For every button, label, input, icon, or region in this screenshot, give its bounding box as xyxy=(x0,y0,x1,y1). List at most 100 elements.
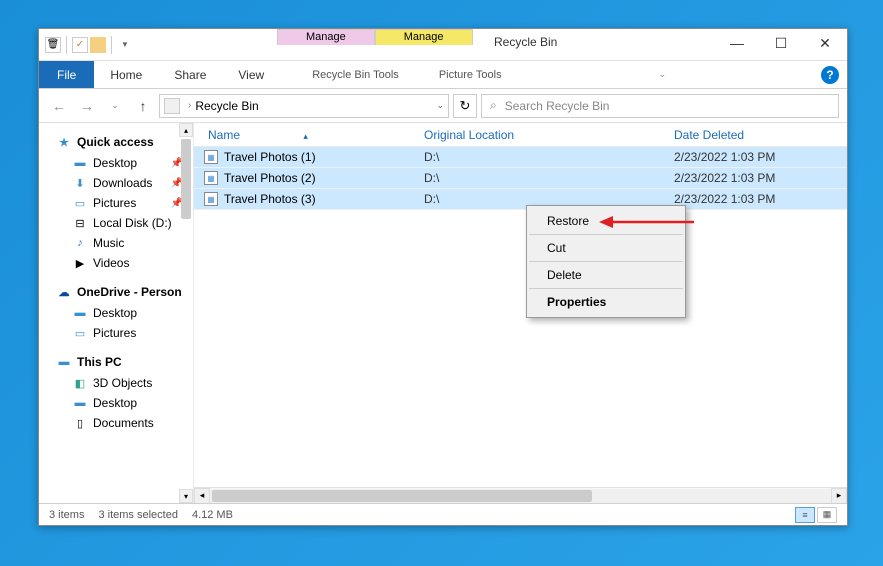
tab-share[interactable]: Share xyxy=(158,63,222,87)
close-button[interactable]: ✕ xyxy=(803,29,847,57)
scroll-track[interactable] xyxy=(210,489,831,503)
monitor-icon: ▬ xyxy=(73,307,87,319)
image-file-icon: ▦ xyxy=(204,171,218,185)
sidebar-item-desktop[interactable]: ▬Desktop📌 xyxy=(39,153,193,173)
window-controls: ― ☐ ✕ xyxy=(715,29,847,57)
separator xyxy=(66,36,67,54)
sidebar-item-pc-desktop[interactable]: ▬ Desktop xyxy=(39,393,193,413)
refresh-button[interactable]: ↻ xyxy=(453,94,477,118)
file-location: D:\ xyxy=(424,171,674,185)
image-file-icon: ▦ xyxy=(204,192,218,206)
star-icon: ★ xyxy=(57,136,71,148)
status-selected: 3 items selected xyxy=(98,509,177,521)
horizontal-scrollbar[interactable]: ◂ ▸ xyxy=(194,487,847,503)
sidebar-item-label: Downloads xyxy=(93,176,152,190)
column-location[interactable]: Original Location xyxy=(424,128,674,142)
image-file-icon: ▦ xyxy=(204,150,218,164)
qat-dropdown-icon[interactable]: ▼ xyxy=(117,40,133,49)
file-row[interactable]: ▦Travel Photos (2) D:\ 2/23/2022 1:03 PM xyxy=(194,168,847,189)
doc-icon: ▯ xyxy=(73,417,87,429)
context-delete[interactable]: Delete xyxy=(529,262,683,289)
sidebar-group-label: OneDrive - Person xyxy=(77,285,182,299)
file-row[interactable]: ▦Travel Photos (1) D:\ 2/23/2022 1:03 PM xyxy=(194,147,847,168)
sidebar-item-od-desktop[interactable]: ▬Desktop xyxy=(39,303,193,323)
sidebar-quick-access[interactable]: ★ Quick access xyxy=(39,131,193,153)
navigation-pane: ★ Quick access ▬Desktop📌 ⬇Downloads📌 ▭Pi… xyxy=(39,123,194,503)
context-tabs: Manage Manage xyxy=(277,29,473,45)
minimize-button[interactable]: ― xyxy=(715,29,759,57)
sidebar-item-localdisk[interactable]: ⊟ Local Disk (D:) xyxy=(39,213,193,233)
column-name[interactable]: Name ▴ xyxy=(194,128,424,142)
download-icon: ⬇ xyxy=(73,177,87,189)
help-icon[interactable]: ? xyxy=(821,66,839,84)
scroll-right-icon[interactable]: ▸ xyxy=(831,488,847,504)
sidebar-thispc[interactable]: ▬ This PC xyxy=(39,351,193,373)
recent-dropdown-icon[interactable]: ⌄ xyxy=(103,94,127,118)
sidebar-onedrive[interactable]: ☁ OneDrive - Person xyxy=(39,281,193,303)
sidebar-item-label: 3D Objects xyxy=(93,376,152,390)
picture-icon: ▭ xyxy=(73,197,87,209)
disk-icon: ⊟ xyxy=(73,217,87,229)
sidebar-item-videos[interactable]: ▶Videos xyxy=(39,253,193,273)
subtab-picture-tools[interactable]: Picture Tools xyxy=(427,64,514,86)
address-input[interactable]: › Recycle Bin ⌄ xyxy=(159,94,449,118)
sidebar-item-label: Local Disk (D:) xyxy=(93,216,172,230)
sidebar-item-documents[interactable]: ▯ Documents xyxy=(39,413,193,433)
sidebar-item-music[interactable]: ♪Music xyxy=(39,233,193,253)
sidebar-group-label: Quick access xyxy=(77,135,154,149)
file-date: 2/23/2022 1:03 PM xyxy=(674,192,847,206)
sidebar-item-od-pictures[interactable]: ▭Pictures xyxy=(39,323,193,343)
column-headers: Name ▴ Original Location Date Deleted xyxy=(194,123,847,147)
scroll-up-icon[interactable]: ▴ xyxy=(179,123,193,137)
view-thumbnails-button[interactable]: ▦ xyxy=(817,507,837,523)
recycle-bin-icon: 🗑 xyxy=(45,37,61,53)
scroll-left-icon[interactable]: ◂ xyxy=(194,488,210,504)
sidebar-scrollbar[interactable]: ▴ ▾ xyxy=(179,123,193,503)
new-folder-icon[interactable] xyxy=(90,37,106,53)
back-button[interactable]: ← xyxy=(47,94,71,118)
sidebar-item-label: Desktop xyxy=(93,396,137,410)
subtab-recyclebin-tools[interactable]: Recycle Bin Tools xyxy=(300,64,411,86)
sidebar-item-downloads[interactable]: ⬇Downloads📌 xyxy=(39,173,193,193)
context-tab-picture[interactable]: Manage xyxy=(375,29,473,45)
maximize-button[interactable]: ☐ xyxy=(759,29,803,57)
context-properties[interactable]: Properties xyxy=(529,289,683,315)
body: ★ Quick access ▬Desktop📌 ⬇Downloads📌 ▭Pi… xyxy=(39,123,847,503)
scroll-thumb[interactable] xyxy=(212,490,592,502)
search-icon: ⌕ xyxy=(490,98,497,113)
monitor-icon: ▬ xyxy=(73,157,87,169)
tab-home[interactable]: Home xyxy=(94,63,158,87)
column-date[interactable]: Date Deleted xyxy=(674,128,847,142)
scroll-down-icon[interactable]: ▾ xyxy=(179,489,193,503)
view-details-button[interactable]: ≡ xyxy=(795,507,815,523)
status-size: 4.12 MB xyxy=(192,509,233,521)
empty-area[interactable] xyxy=(194,210,847,487)
sidebar-item-label: Pictures xyxy=(93,196,136,210)
file-name: Travel Photos (1) xyxy=(224,150,316,164)
music-icon: ♪ xyxy=(73,237,87,249)
file-location: D:\ xyxy=(424,192,674,206)
context-tab-recyclebin[interactable]: Manage xyxy=(277,29,375,45)
file-name: Travel Photos (2) xyxy=(224,171,316,185)
file-date: 2/23/2022 1:03 PM xyxy=(674,150,847,164)
address-dropdown-icon[interactable]: ⌄ xyxy=(436,100,444,111)
sidebar-item-label: Videos xyxy=(93,256,129,270)
tab-view[interactable]: View xyxy=(222,63,280,87)
file-tab[interactable]: File xyxy=(39,61,94,88)
sidebar-item-pictures[interactable]: ▭Pictures📌 xyxy=(39,193,193,213)
properties-icon[interactable]: ✓ xyxy=(72,37,88,53)
ribbon-expand-icon[interactable]: ⌄ xyxy=(658,69,676,80)
context-cut[interactable]: Cut xyxy=(529,235,683,262)
file-row[interactable]: ▦ Travel Photos (3) D:\ 2/23/2022 1:03 PM xyxy=(194,189,847,210)
up-button[interactable]: ↑ xyxy=(131,94,155,118)
cloud-icon: ☁ xyxy=(57,286,71,298)
monitor-icon: ▬ xyxy=(73,397,87,409)
sidebar-item-3dobjects[interactable]: ◧3D Objects xyxy=(39,373,193,393)
context-restore[interactable]: Restore xyxy=(529,208,683,235)
sidebar-item-label: Documents xyxy=(93,416,154,430)
search-input[interactable]: ⌕ Search Recycle Bin xyxy=(481,94,839,118)
file-name: Travel Photos (3) xyxy=(224,192,316,206)
status-bar: 3 items 3 items selected 4.12 MB ≡ ▦ xyxy=(39,503,847,525)
scroll-thumb[interactable] xyxy=(181,139,191,219)
location-icon xyxy=(164,98,180,114)
